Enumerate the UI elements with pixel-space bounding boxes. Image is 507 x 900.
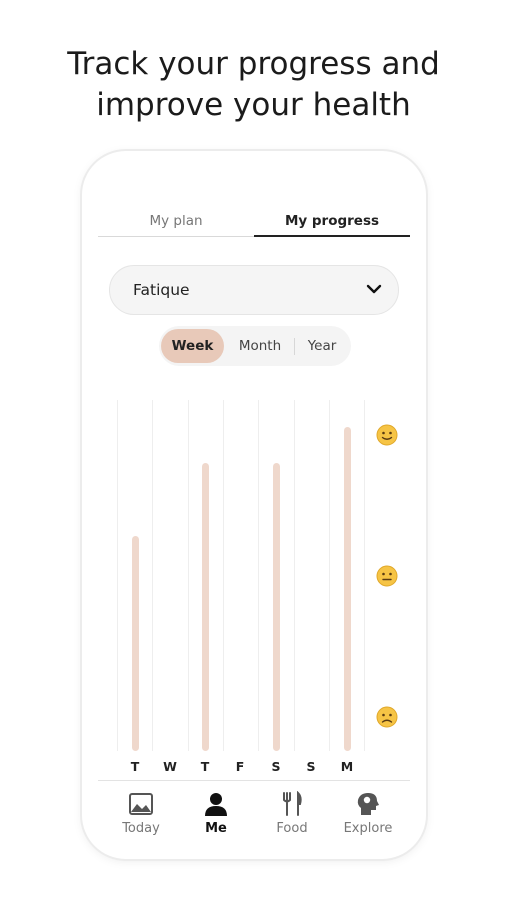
chart-gridline xyxy=(258,400,259,751)
chart-day-label: S xyxy=(306,759,316,774)
bottom-nav-divider xyxy=(98,780,410,781)
chart-gridline xyxy=(294,400,295,751)
chart-gridline xyxy=(117,400,118,751)
headline-line-2: improve your health xyxy=(96,87,411,123)
phone-frame: My plan My progress Fatique Week Month Y… xyxy=(82,151,426,859)
nav-me[interactable]: Me xyxy=(178,791,254,836)
chart-gridline xyxy=(152,400,153,751)
nav-me-label: Me xyxy=(205,821,227,836)
today-calendar-icon xyxy=(129,793,153,815)
nav-today[interactable]: Today xyxy=(103,791,179,836)
brain-head-icon xyxy=(357,793,379,815)
nav-food[interactable]: Food xyxy=(254,791,330,836)
chart-day-label: M xyxy=(340,759,354,774)
nav-food-label: Food xyxy=(276,821,308,836)
chart-bar xyxy=(272,463,280,751)
slightly-frowning-face-icon xyxy=(376,706,398,728)
nav-today-label: Today xyxy=(122,821,160,836)
chart-bar xyxy=(343,427,351,751)
headline-line-1: Track your progress and xyxy=(67,46,440,82)
nav-explore-label: Explore xyxy=(343,821,393,836)
chart-day-label: T xyxy=(130,759,140,774)
progress-chart: TWTFSSM xyxy=(82,151,426,859)
fork-knife-icon xyxy=(283,791,302,816)
chart-gridline xyxy=(364,400,365,751)
chart-gridline xyxy=(329,400,330,751)
slightly-smiling-face-icon xyxy=(376,424,398,446)
chart-day-label: W xyxy=(163,759,177,774)
chart-bar xyxy=(131,535,139,751)
chart-gridline xyxy=(188,400,189,751)
headline: Track your progress and improve your hea… xyxy=(0,44,507,126)
person-icon xyxy=(205,793,227,816)
neutral-face-icon xyxy=(376,565,398,587)
chart-bar xyxy=(201,463,209,751)
chart-day-label: S xyxy=(271,759,281,774)
nav-explore[interactable]: Explore xyxy=(330,791,406,836)
chart-day-label: F xyxy=(235,759,245,774)
chart-gridline xyxy=(223,400,224,751)
chart-day-label: T xyxy=(200,759,210,774)
